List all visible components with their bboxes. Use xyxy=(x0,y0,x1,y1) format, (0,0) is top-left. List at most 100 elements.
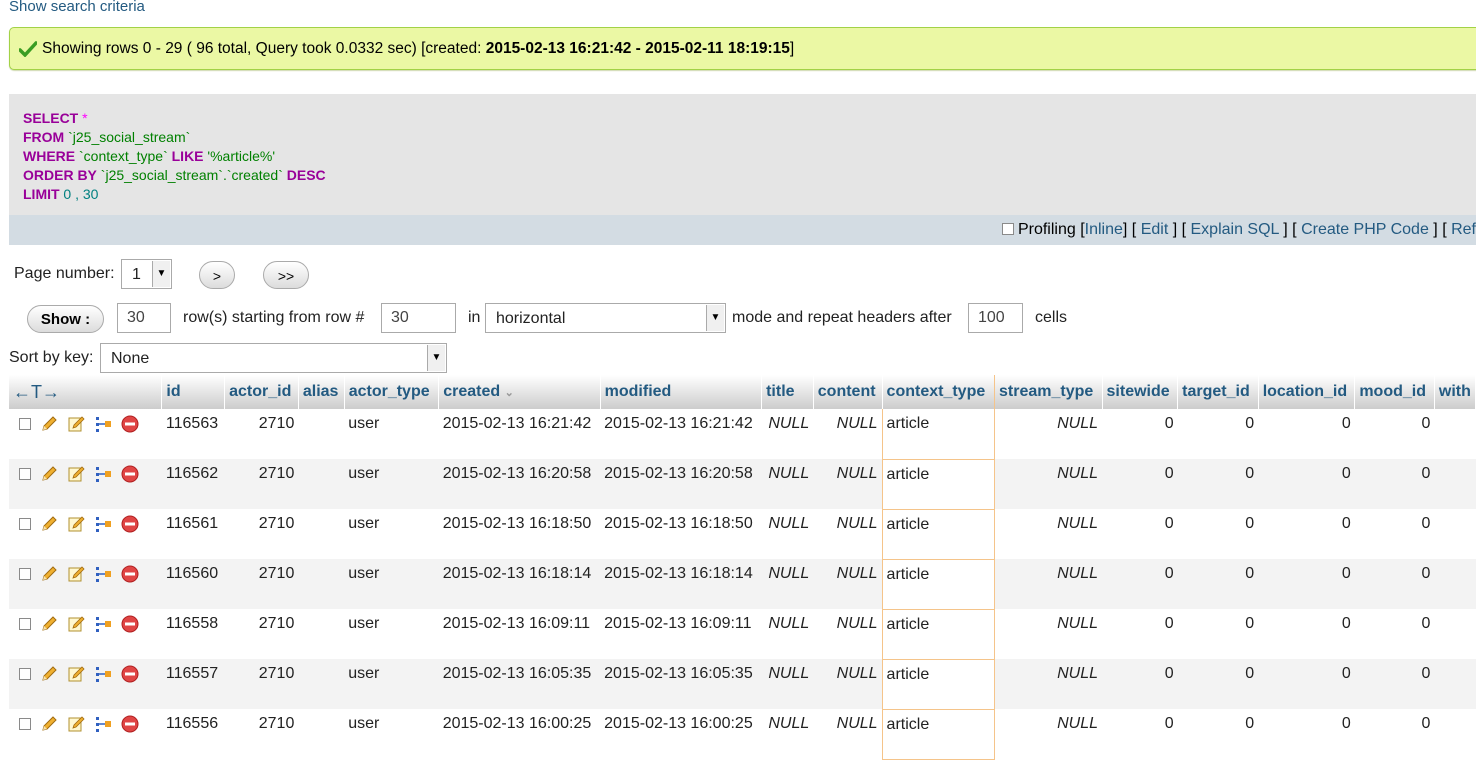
cell-stream-type: NULL xyxy=(995,609,1103,659)
col-header-mood-id[interactable]: mood_id xyxy=(1355,375,1435,409)
cell-created: 2015-02-13 16:00:25 xyxy=(439,709,600,759)
edit-note-icon[interactable] xyxy=(67,615,85,633)
cell-id: 116561 xyxy=(162,509,225,559)
delete-icon[interactable] xyxy=(121,665,139,683)
cell-target-id: 0 xyxy=(1178,609,1259,659)
cell-alias xyxy=(298,659,344,709)
cell-actor-id: 2710 xyxy=(225,459,299,509)
cell-title: NULL xyxy=(762,709,814,759)
pencil-icon[interactable] xyxy=(40,465,58,483)
rows-input[interactable]: 30 xyxy=(117,303,171,333)
col-header-with[interactable]: with xyxy=(1434,375,1475,409)
row-checkbox[interactable] xyxy=(19,568,31,580)
chevron-down-icon: ▼ xyxy=(427,345,445,371)
delete-icon[interactable] xyxy=(121,565,139,583)
col-header-id[interactable]: id xyxy=(162,375,225,409)
pencil-icon[interactable] xyxy=(40,665,58,683)
edit-note-icon[interactable] xyxy=(67,715,85,733)
row-actions xyxy=(9,559,162,609)
start-row-input[interactable]: 30 xyxy=(381,303,456,333)
pencil-icon[interactable] xyxy=(40,415,58,433)
col-header-location-id[interactable]: location_id xyxy=(1258,375,1355,409)
delete-icon[interactable] xyxy=(121,615,139,633)
edit-note-icon[interactable] xyxy=(67,515,85,533)
cell-with xyxy=(1434,459,1475,509)
chevron-down-icon: ▼ xyxy=(706,305,724,331)
row-checkbox[interactable] xyxy=(19,518,31,530)
col-header-title[interactable]: title xyxy=(762,375,814,409)
cell-with xyxy=(1434,709,1475,759)
next-page-button[interactable]: > xyxy=(199,261,235,289)
cell-created: 2015-02-13 16:05:35 xyxy=(439,659,600,709)
cell-title: NULL xyxy=(762,459,814,509)
copy-icon[interactable] xyxy=(94,615,112,633)
col-header-alias[interactable]: alias xyxy=(298,375,344,409)
table-row: 1165572710user2015-02-13 16:05:352015-02… xyxy=(9,659,1476,709)
col-header-created[interactable]: created ⌄ xyxy=(439,375,600,409)
col-header-stream-type[interactable]: stream_type xyxy=(995,375,1103,409)
delete-icon[interactable] xyxy=(121,715,139,733)
delete-icon[interactable] xyxy=(121,415,139,433)
edit-note-icon[interactable] xyxy=(67,665,85,683)
cell-actor-id: 2710 xyxy=(225,559,299,609)
pencil-icon[interactable] xyxy=(40,515,58,533)
table-row: 1165612710user2015-02-13 16:18:502015-02… xyxy=(9,509,1476,559)
cell-alias xyxy=(298,409,344,459)
copy-icon[interactable] xyxy=(94,715,112,733)
col-header-context-type[interactable]: context_type xyxy=(882,375,994,409)
cell-mood-id: 0 xyxy=(1355,409,1435,459)
row-checkbox[interactable] xyxy=(19,418,31,430)
col-header-content[interactable]: content xyxy=(813,375,882,409)
mode-label: mode and repeat headers after xyxy=(732,309,952,327)
pencil-icon[interactable] xyxy=(40,565,58,583)
cell-modified: 2015-02-13 16:21:42 xyxy=(600,409,761,459)
display-mode-select[interactable]: horizontal▼ xyxy=(485,303,726,333)
row-checkbox[interactable] xyxy=(19,668,31,680)
edit-link[interactable]: Edit xyxy=(1141,221,1169,238)
show-search-criteria-link[interactable]: Show search criteria xyxy=(9,0,145,15)
cell-sitewide: 0 xyxy=(1102,409,1178,459)
row-checkbox[interactable] xyxy=(19,618,31,630)
copy-icon[interactable] xyxy=(94,465,112,483)
repeat-headers-input[interactable]: 100 xyxy=(968,303,1023,333)
cell-modified: 2015-02-13 16:18:14 xyxy=(600,559,761,609)
cell-mood-id: 0 xyxy=(1355,609,1435,659)
column-options-toggle[interactable]: ←T→ xyxy=(9,375,162,409)
page-number-select[interactable]: 1▼ xyxy=(121,259,172,289)
edit-note-icon[interactable] xyxy=(67,415,85,433)
profiling-checkbox[interactable] xyxy=(1002,223,1014,235)
cell-context-type: article xyxy=(882,509,994,559)
row-actions xyxy=(9,509,162,559)
col-header-modified[interactable]: modified xyxy=(600,375,761,409)
col-header-sitewide[interactable]: sitewide xyxy=(1102,375,1178,409)
cell-location-id: 0 xyxy=(1258,409,1355,459)
copy-icon[interactable] xyxy=(94,665,112,683)
last-page-button[interactable]: >> xyxy=(263,261,309,289)
copy-icon[interactable] xyxy=(94,515,112,533)
pencil-icon[interactable] xyxy=(40,615,58,633)
row-checkbox[interactable] xyxy=(19,718,31,730)
row-checkbox[interactable] xyxy=(19,468,31,480)
table-header-row: ←T→ id actor_id alias actor_type created… xyxy=(9,375,1476,409)
refresh-link[interactable]: Ref xyxy=(1451,221,1476,238)
copy-icon[interactable] xyxy=(94,415,112,433)
cell-alias xyxy=(298,509,344,559)
col-header-target-id[interactable]: target_id xyxy=(1178,375,1259,409)
cell-actor-id: 2710 xyxy=(225,709,299,759)
copy-icon[interactable] xyxy=(94,565,112,583)
edit-note-icon[interactable] xyxy=(67,465,85,483)
col-header-actor-id[interactable]: actor_id xyxy=(225,375,299,409)
sql-options-bar: Profiling [Inline] [ Edit ] [ Explain SQ… xyxy=(9,215,1476,245)
create-php-code-link[interactable]: Create PHP Code xyxy=(1301,221,1429,238)
explain-sql-link[interactable]: Explain SQL xyxy=(1191,221,1279,238)
inline-link[interactable]: Inline xyxy=(1085,221,1123,238)
col-header-actor-type[interactable]: actor_type xyxy=(344,375,438,409)
cell-content: NULL xyxy=(813,609,882,659)
delete-icon[interactable] xyxy=(121,515,139,533)
show-button[interactable]: Show : xyxy=(27,305,104,333)
row-actions xyxy=(9,459,162,509)
edit-note-icon[interactable] xyxy=(67,565,85,583)
sort-by-key-select[interactable]: None▼ xyxy=(100,343,447,373)
pencil-icon[interactable] xyxy=(40,715,58,733)
delete-icon[interactable] xyxy=(121,465,139,483)
